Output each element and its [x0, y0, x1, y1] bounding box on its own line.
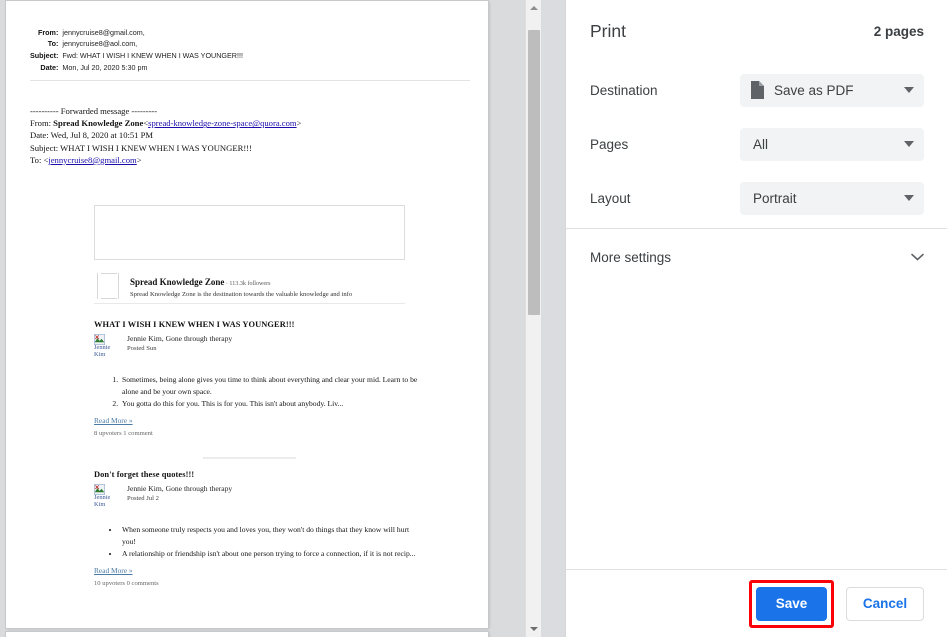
space-avatar-placeholder [97, 273, 119, 299]
chevron-down-icon [911, 253, 924, 261]
forwarded-to-line: To: <jennycruise8@gmail.com> [30, 154, 470, 166]
space-cover-image-placeholder [94, 205, 405, 260]
space-description: Spread Knowledge Zone is the destination… [130, 291, 353, 298]
forwarded-from-label: From: [30, 118, 52, 129]
email-header-key: Date: [40, 62, 59, 72]
forwarded-date-line: Date: Wed, Jul 8, 2020 at 10:51 PM [30, 130, 154, 141]
scrollbar-thumb[interactable] [528, 30, 540, 315]
preview-page-2 [6, 632, 488, 637]
page-count-label: 2 pages [873, 23, 924, 39]
destination-label: Destination [590, 82, 658, 98]
forwarded-separator: ---------- Forwarded message --------- [30, 106, 158, 116]
save-button[interactable]: Save [756, 586, 827, 621]
header-divider [30, 80, 470, 81]
email-header-key: Subject: [30, 51, 59, 61]
email-header-row: To: jennycruise8@aol.com, [30, 39, 243, 51]
scroll-up-arrow[interactable] [526, 0, 541, 16]
post-list-item: You gotta do this for you. This is for y… [120, 398, 424, 410]
print-dialog-header: Print 2 pages [566, 0, 947, 62]
post-title: Don't forget these quotes!!! [94, 470, 195, 479]
save-button-highlight: Save [749, 579, 834, 628]
setting-row-pages: Pages All [566, 124, 947, 164]
chevron-down-icon [904, 195, 914, 201]
forwarded-from-name: Spread Knowledge Zone [53, 118, 144, 129]
email-header-value: jennycruise8@aol.com, [62, 39, 138, 49]
print-settings-panel: Print 2 pages Destination Save as PDF Pa… [565, 0, 947, 637]
post-list-item: A relationship or friendship isn't about… [120, 548, 424, 560]
post-content-list: When someone truly respects you and love… [94, 524, 424, 559]
email-header-value: Fwd: WHAT I WISH I KNEW WHEN I WAS YOUNG… [62, 51, 243, 61]
document-icon [751, 81, 764, 99]
forwarded-subject-line: Subject: WHAT I WISH I KNEW WHEN I WAS Y… [30, 142, 252, 153]
space-card-row: Spread Knowledge Zone · 113.3k followers… [94, 270, 405, 304]
email-header-value: Mon, Jul 20, 2020 5:30 pm [62, 62, 148, 72]
cancel-button[interactable]: Cancel [846, 586, 924, 621]
dialog-footer: Save Cancel [566, 570, 947, 637]
setting-row-layout: Layout Portrait [566, 178, 947, 218]
post-author-meta: Jennie Kim, Gone through therapy Posted … [127, 484, 232, 502]
layout-select[interactable]: Portrait [740, 181, 924, 215]
email-header-row: Date: Mon, Jul 20, 2020 5:30 pm [30, 62, 243, 74]
layout-value: Portrait [753, 190, 797, 206]
forwarded-to-email-link[interactable]: jennycruise8@gmail.com [48, 155, 136, 165]
email-header-value: jennycruise8@gmail.com, [62, 27, 145, 37]
post-item: Don't forget these quotes!!! Jennie Kim … [94, 470, 424, 587]
angle-close: > [136, 154, 142, 165]
post-author-name: Jennie Kim, Gone through therapy [127, 334, 233, 343]
more-settings-label: More settings [590, 249, 672, 265]
settings-divider [566, 228, 947, 229]
print-preview-area: From: jennycruise8@gmail.com, To: jennyc… [0, 0, 541, 637]
page-title: Print [590, 20, 626, 41]
post-author-row: Jennie Kim Jennie Kim, Gone through ther… [94, 484, 424, 518]
post-list-item: When someone truly respects you and love… [120, 524, 424, 548]
post-stats: 10 upvoters 0 comments [94, 580, 159, 588]
avatar-alt-text: Jennie Kim [94, 494, 111, 508]
email-header-key: To: [47, 39, 59, 49]
post-posted-date: Posted Sun [127, 345, 157, 352]
forwarded-message-block: ---------- Forwarded message --------- F… [30, 105, 470, 166]
post-title: WHAT I WISH I KNEW WHEN I WAS YOUNGER!!! [94, 320, 295, 329]
setting-row-destination: Destination Save as PDF [566, 70, 947, 110]
avatar-broken-image: Jennie Kim [94, 334, 120, 359]
post-posted-date: Posted Jul 2 [127, 495, 159, 502]
space-name: Spread Knowledge Zone [130, 277, 225, 287]
more-settings-toggle[interactable]: More settings [566, 240, 947, 274]
preview-page-1: From: jennycruise8@gmail.com, To: jennyc… [6, 1, 488, 628]
angle-close: > [296, 118, 302, 129]
pages-value: All [753, 136, 769, 152]
chevron-down-icon [904, 141, 914, 147]
email-header-row: Subject: Fwd: WHAT I WISH I KNEW WHEN I … [30, 51, 243, 63]
layout-label: Layout [590, 190, 631, 206]
destination-select[interactable]: Save as PDF [740, 73, 924, 107]
read-more-link[interactable]: Read More » [94, 416, 133, 425]
post-author-row: Jennie Kim Jennie Kim, Gone through ther… [94, 334, 424, 368]
forwarded-to-label: To: [30, 154, 42, 165]
post-divider [203, 457, 296, 459]
post-author-meta: Jennie Kim, Gone through therapy Posted … [127, 334, 232, 352]
avatar-broken-image: Jennie Kim [94, 484, 120, 509]
email-header-block: From: jennycruise8@gmail.com, To: jennyc… [6, 27, 488, 74]
avatar-alt-text: Jennie Kim [94, 344, 111, 358]
space-card-heading: Spread Knowledge Zone · 113.3k followers [130, 272, 352, 290]
scroll-down-arrow[interactable] [526, 621, 541, 637]
destination-value: Save as PDF [774, 82, 854, 98]
email-header-key: From: [37, 27, 59, 37]
pages-label: Pages [590, 136, 629, 152]
post-stats: 8 upvoters 1 comment [94, 430, 153, 438]
chevron-down-icon [904, 87, 914, 93]
pages-select[interactable]: All [740, 127, 924, 161]
print-preview-window: From: jennycruise8@gmail.com, To: jennyc… [0, 0, 947, 637]
space-card-text: Spread Knowledge Zone · 113.3k followers… [130, 272, 352, 298]
post-author-name: Jennie Kim, Gone through therapy [127, 484, 233, 493]
forwarded-from-line: From: Spread Knowledge Zone<spread-knowl… [30, 117, 470, 129]
email-header-row: From: jennycruise8@gmail.com, [30, 27, 243, 39]
space-followers: · 113.3k followers [224, 281, 271, 287]
preview-scrollbar[interactable] [525, 0, 541, 637]
post-content-list: Sometimes, being alone gives you time to… [94, 374, 424, 409]
post-list-item: Sometimes, being alone gives you time to… [120, 374, 424, 398]
read-more-link[interactable]: Read More » [94, 566, 133, 575]
post-item: WHAT I WISH I KNEW WHEN I WAS YOUNGER!!!… [94, 320, 424, 437]
forwarded-from-email-link[interactable]: spread-knowledge-zone-space@quora.com [148, 118, 296, 128]
